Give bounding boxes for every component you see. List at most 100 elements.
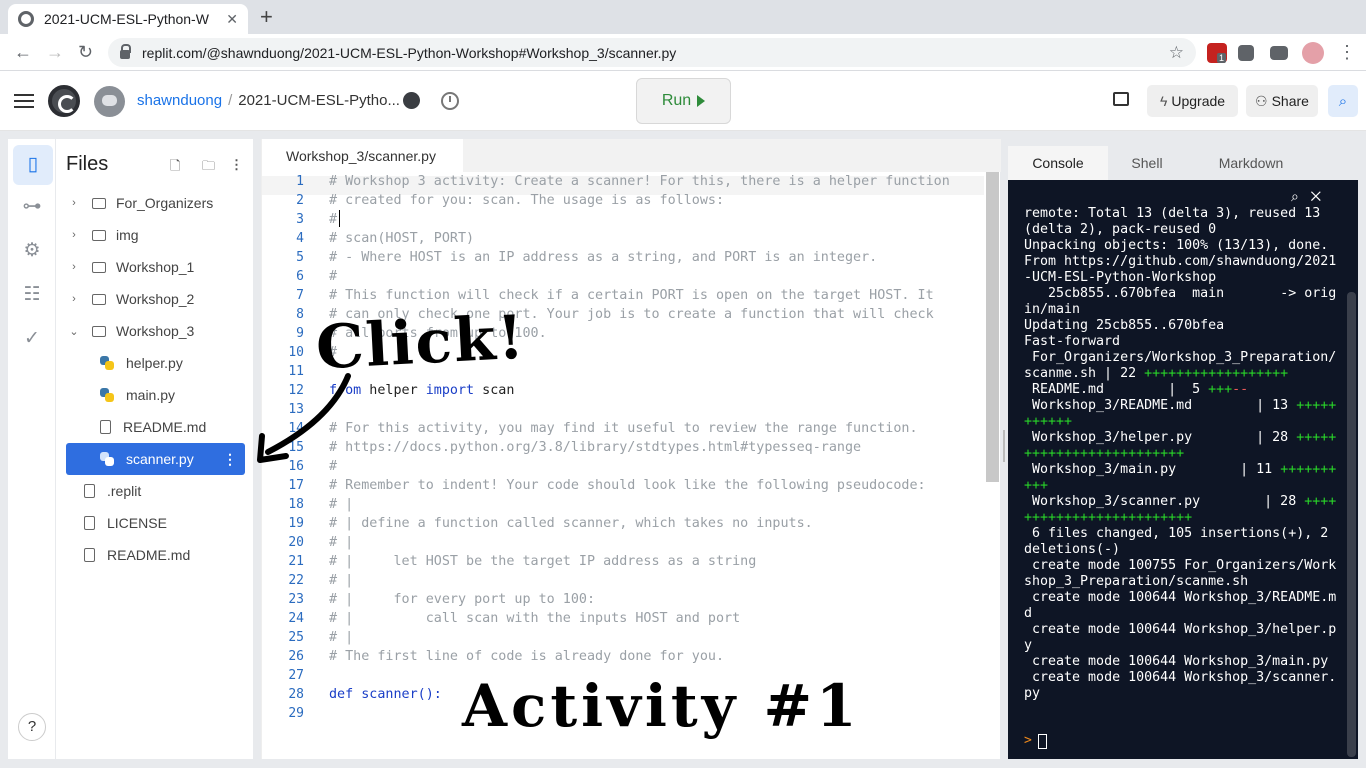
new-tab-icon[interactable]: +: [260, 6, 273, 28]
hamburger-menu-icon[interactable]: [14, 94, 34, 108]
reload-icon[interactable]: ↻: [78, 42, 93, 62]
line-number: 24: [288, 611, 304, 626]
settings-gear-icon[interactable]: ⚙: [20, 239, 44, 263]
browser-tab-title: 2021-UCM-ESL-Python-W: [44, 11, 209, 27]
console-line: Workshop_3/scanner.py | 28: [1024, 494, 1305, 509]
file-tree-folder[interactable]: › For_Organizers: [66, 187, 245, 219]
code-line: # | define a function called scanner, wh…: [329, 516, 813, 531]
help-icon[interactable]: ?: [18, 713, 46, 741]
file-tree-label: helper.py: [126, 355, 183, 371]
tab-shell[interactable]: Shell: [1108, 146, 1186, 180]
chevron-right-icon: ›: [72, 229, 76, 241]
console-line: Unpacking objects: 100% (13/13), done.: [1024, 238, 1329, 253]
output-panel: Console Shell Markdown remote: Total 13 …: [1008, 146, 1358, 759]
media-queue-icon[interactable]: [1270, 46, 1288, 60]
browser-tab[interactable]: 2021-UCM-ESL-Python-W ✕: [8, 4, 248, 34]
code-area[interactable]: # Workshop 3 activity: Create a scanner!…: [329, 172, 983, 759]
breadcrumb-repl-name[interactable]: 2021-UCM-ESL-Pytho...: [238, 92, 400, 109]
unit-tests-check-icon[interactable]: ✓: [20, 327, 44, 351]
browser-menu-icon[interactable]: ⋮: [1338, 42, 1356, 62]
file-tree-label: Workshop_1: [116, 259, 195, 275]
file-menu-icon[interactable]: ⋮: [223, 451, 237, 468]
file-tree-file[interactable]: LICENSE: [66, 507, 245, 539]
file-tree-folder[interactable]: ⌄ Workshop_3: [66, 315, 245, 347]
editor-tab-bar: Workshop_3/scanner.py: [262, 139, 1001, 172]
breadcrumb-user[interactable]: shawnduong: [137, 92, 222, 109]
forward-icon[interactable]: →: [46, 42, 64, 62]
url-field[interactable]: replit.com/@shawnduong/2021-UCM-ESL-Pyth…: [108, 38, 1196, 67]
file-tree-folder[interactable]: › img: [66, 219, 245, 251]
console-scrollbar[interactable]: [1347, 292, 1356, 757]
tab-console[interactable]: Console: [1008, 146, 1108, 180]
file-tree-file[interactable]: README.md: [66, 411, 245, 443]
folder-icon: [92, 261, 106, 273]
console-clear-icon[interactable]: ✕: [1311, 188, 1322, 204]
history-icon[interactable]: [441, 92, 459, 110]
folder-icon: [92, 325, 106, 337]
lock-icon: [120, 44, 131, 59]
console-line: create mode 100755 For_Organizers/Worksh…: [1024, 558, 1337, 589]
database-icon[interactable]: ☷: [20, 283, 44, 307]
share-label: Share: [1271, 93, 1309, 109]
bolt-icon: ϟ: [1159, 93, 1168, 109]
editor-scrollbar[interactable]: [986, 172, 999, 482]
line-number: 15: [288, 440, 304, 455]
run-button[interactable]: Run: [636, 78, 731, 124]
console-text: remote: Total 13 (delta 3), reused 13 (d…: [1024, 190, 1339, 742]
console-line: create mode 100644 Workshop_3/main.py: [1024, 654, 1329, 669]
upgrade-label: Upgrade: [1171, 93, 1226, 109]
address-bar: ← → ↻ replit.com/@shawnduong/2021-UCM-ES…: [0, 34, 1366, 71]
user-avatar[interactable]: [94, 86, 125, 117]
replit-logo[interactable]: [48, 85, 80, 117]
browser-tab-strip: 2021-UCM-ESL-Python-W ✕ +: [0, 0, 1366, 34]
extensions-puzzle-icon[interactable]: [1238, 45, 1254, 61]
file-tree-file[interactable]: README.md: [66, 539, 245, 571]
file-tree-file[interactable]: main.py: [66, 379, 245, 411]
close-tab-icon[interactable]: ✕: [226, 11, 238, 28]
files-menu-icon[interactable]: ⋮: [230, 157, 243, 173]
line-number: 27: [288, 668, 304, 683]
code-line: # Workshop 3 activity: Create a scanner!…: [329, 174, 950, 189]
file-tree-file[interactable]: helper.py: [66, 347, 245, 379]
file-tree-file-selected[interactable]: scanner.py ⋮: [66, 443, 245, 475]
console-line: 6 files changed, 105 insertions(+), 2 de…: [1024, 526, 1337, 557]
version-control-icon[interactable]: ⊶: [20, 195, 44, 219]
editor-tab[interactable]: Workshop_3/scanner.py: [262, 139, 463, 172]
chat-icon[interactable]: [1113, 92, 1129, 106]
chevron-right-icon: ›: [72, 261, 76, 273]
profile-avatar[interactable]: [1302, 42, 1324, 64]
line-number: 29: [288, 706, 304, 721]
file-tree-folder[interactable]: › Workshop_1: [66, 251, 245, 283]
bookmark-star-icon[interactable]: ☆: [1169, 43, 1184, 63]
console-output[interactable]: remote: Total 13 (delta 3), reused 13 (d…: [1008, 180, 1358, 759]
code-line: #: [329, 459, 338, 474]
upgrade-button[interactable]: ϟ Upgrade: [1147, 85, 1238, 117]
line-number: 18: [288, 497, 304, 512]
file-tree-label: img: [116, 227, 139, 243]
file-tree-label: For_Organizers: [116, 195, 214, 211]
file-tree-label: LICENSE: [107, 515, 167, 531]
python-file-icon: [100, 388, 114, 402]
console-line: Workshop_3/main.py | 11: [1024, 462, 1281, 477]
share-button[interactable]: ⚇ Share: [1246, 85, 1318, 117]
ublock-extension-icon[interactable]: 1: [1207, 43, 1227, 63]
back-icon[interactable]: ←: [14, 42, 32, 62]
console-search-icon[interactable]: ⌕: [1291, 188, 1299, 204]
file-tree-file[interactable]: .replit: [66, 475, 245, 507]
search-icon[interactable]: ⌕: [1328, 85, 1358, 117]
add-user-icon: ⚇: [1255, 92, 1268, 109]
line-number: 23: [288, 592, 304, 607]
panel-resize-handle[interactable]: [1003, 430, 1005, 462]
file-tree-label: .replit: [107, 483, 142, 499]
file-tree-folder[interactable]: › Workshop_2: [66, 283, 245, 315]
new-file-icon[interactable]: 🗋: [170, 157, 180, 179]
line-number: 2: [296, 193, 304, 208]
sidebar-rail: ▯ ⊶ ⚙ ☷ ✓ ?: [8, 139, 55, 759]
line-number: 14: [288, 421, 304, 436]
python-language-icon[interactable]: [403, 92, 420, 109]
new-folder-icon[interactable]: 🗀: [202, 157, 215, 179]
tab-markdown[interactable]: Markdown: [1196, 146, 1306, 180]
code-line: # |: [329, 573, 354, 588]
files-icon[interactable]: ▯: [13, 145, 53, 185]
line-number: 10: [288, 345, 304, 360]
